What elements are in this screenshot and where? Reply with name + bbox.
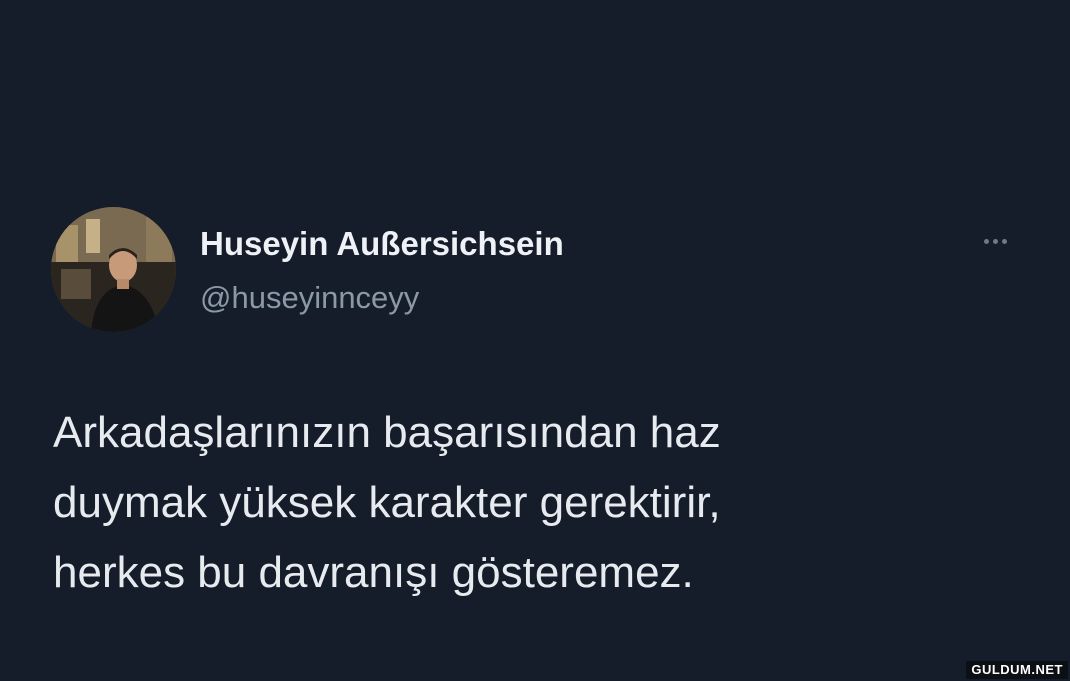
site-watermark: GULDUM.NET [966, 661, 1068, 679]
more-dot [1001, 238, 1007, 244]
tweet-card: Huseyin Außersichsein @huseyinnceyy Arka… [0, 0, 1070, 681]
more-dot [992, 238, 998, 244]
avatar-photo [51, 207, 176, 332]
more-horizontal-icon[interactable] [970, 226, 1020, 256]
tweet-text-line: herkes bu davranışı gösteremez. [53, 548, 694, 597]
more-dot [983, 238, 989, 244]
tweet-text-line: duymak yüksek karakter gerektirir, [53, 478, 721, 527]
author-handle[interactable]: @huseyinnceyy [200, 278, 419, 318]
tweet-text-line: Arkadaşlarınızın başarısından haz [53, 408, 721, 457]
avatar[interactable] [51, 207, 176, 332]
author-display-name[interactable]: Huseyin Außersichsein [200, 222, 564, 266]
tweet-text: Arkadaşlarınızın başarısından haz duymak… [53, 398, 953, 608]
